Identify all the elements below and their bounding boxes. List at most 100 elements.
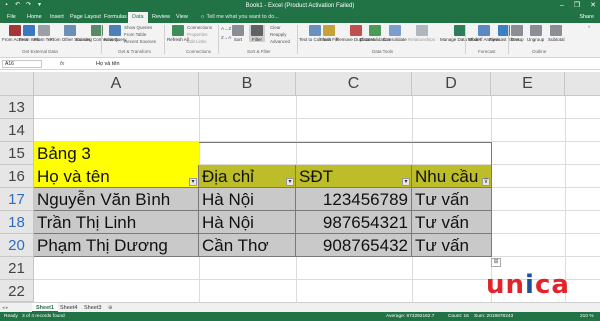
refresh-all-button[interactable]: Refresh All: [167, 25, 189, 42]
ribbon-tabs: File Home Insert Page Layout Formulas Da…: [0, 12, 600, 23]
other-sources-icon: [64, 25, 77, 36]
row-header-22[interactable]: 22: [0, 280, 34, 302]
filter-button[interactable]: Filter: [249, 25, 265, 42]
filter-dropdown-icon[interactable]: ▾: [286, 178, 294, 186]
ungroup-button[interactable]: Ungroup: [527, 25, 544, 42]
row-header-17[interactable]: 17: [0, 188, 34, 211]
quick-analysis-icon[interactable]: ⊞: [491, 258, 501, 267]
table-cell-phone[interactable]: 987654321: [296, 211, 412, 234]
table-cell-address[interactable]: Hà Nội: [199, 211, 296, 234]
group-label-external: Get External Data: [22, 49, 58, 54]
relationships-button[interactable]: Relationships: [408, 25, 435, 42]
status-average: Average: 673292162.7: [386, 314, 435, 319]
sort-icon: [232, 25, 244, 36]
column-header-a[interactable]: A: [34, 72, 199, 96]
from-table-button[interactable]: From Table: [124, 32, 146, 38]
properties-button[interactable]: Properties: [187, 32, 208, 38]
status-ready: Ready: [4, 314, 18, 319]
sheet-tab-bar: ◂ ▸ Sheet1 Sheet4 Sheet3 ⊕: [0, 302, 600, 313]
group-divider: [101, 25, 102, 54]
group-divider: [218, 25, 219, 54]
tell-me-search[interactable]: ☼ Tell me what you want to do...: [200, 12, 279, 23]
connections-button[interactable]: Connections: [187, 25, 212, 31]
consolidate-button[interactable]: Consolidate: [383, 25, 407, 42]
row-header-13[interactable]: 13: [0, 96, 34, 119]
group-divider: [508, 25, 509, 54]
column-header-c[interactable]: C: [296, 72, 412, 96]
filter-dropdown-icon[interactable]: ▾: [189, 178, 197, 186]
table-cell-phone[interactable]: 123456789: [296, 188, 412, 211]
group-button[interactable]: Group: [511, 25, 524, 42]
sort-descending-button[interactable]: Z→A: [221, 35, 231, 41]
consolidate-icon: [388, 25, 401, 36]
fx-icon[interactable]: fx: [60, 60, 64, 68]
header-cell-need[interactable]: Nhu cầu ⊽: [412, 165, 492, 188]
query-icon: [109, 25, 122, 36]
collapse-ribbon-icon[interactable]: ^: [588, 25, 590, 31]
reapply-button[interactable]: Reapply: [270, 32, 287, 38]
title-bar: ▪ ↶ ↷ ▾ Book1 - Excel (Product Activatio…: [0, 0, 600, 12]
column-header-b[interactable]: B: [199, 72, 296, 96]
table-cell-need[interactable]: Tư vấn: [412, 211, 492, 234]
table-cell-name[interactable]: Phạm Thị Dương: [34, 234, 199, 257]
status-records: 3 of 4 records found: [22, 314, 65, 319]
zoom-level[interactable]: 210 %: [580, 312, 594, 321]
restore-button[interactable]: ❐: [574, 1, 580, 11]
minimize-button[interactable]: –: [560, 1, 564, 11]
formula-input[interactable]: Họ và tên: [96, 60, 120, 68]
advanced-filter-button[interactable]: Advanced: [270, 39, 290, 45]
row-header-21[interactable]: 21: [0, 257, 34, 280]
close-button[interactable]: ✕: [590, 1, 596, 11]
header-cell-name[interactable]: Họ và tên ▾: [34, 165, 199, 188]
tab-data[interactable]: Data: [128, 12, 148, 23]
name-box[interactable]: A16: [2, 60, 42, 68]
funnel-icon: [251, 25, 263, 36]
select-all-corner[interactable]: [0, 72, 34, 96]
subtotal-button[interactable]: Subtotal: [548, 25, 565, 42]
tab-view[interactable]: View: [176, 12, 188, 23]
tab-review[interactable]: Review: [152, 12, 170, 23]
filter-dropdown-icon[interactable]: ▾: [402, 178, 410, 186]
status-count: Count: 16: [448, 314, 469, 319]
row-header-14[interactable]: 14: [0, 119, 34, 142]
group-label-sort-filter: Sort & Filter: [247, 49, 271, 54]
row-header-20[interactable]: 20: [0, 234, 34, 257]
table-cell-name[interactable]: Trần Thị Linh: [34, 211, 199, 234]
table-cell-need[interactable]: Tư vấn: [412, 234, 492, 257]
group-icon: [511, 25, 524, 36]
cell-b15-d15[interactable]: [199, 142, 492, 165]
header-cell-phone[interactable]: SĐT ▾: [296, 165, 412, 188]
ungroup-icon: [529, 25, 542, 36]
cell-a15-table-title[interactable]: Bảng 3: [34, 142, 199, 165]
group-label-forecast: Forecast: [478, 49, 496, 54]
tab-home[interactable]: Home: [27, 12, 42, 23]
table-cell-name[interactable]: Nguyễn Văn Bình: [34, 188, 199, 211]
table-cell-need[interactable]: Tư vấn: [412, 188, 492, 211]
header-cell-address[interactable]: Địa chỉ ▾: [199, 165, 296, 188]
filter-active-icon[interactable]: ⊽: [482, 178, 490, 186]
row-header-18[interactable]: 18: [0, 211, 34, 234]
show-queries-button[interactable]: Show Queries: [124, 25, 152, 31]
clear-filter-button[interactable]: Clear: [270, 25, 281, 31]
column-header-d[interactable]: D: [412, 72, 491, 96]
row-header-16[interactable]: 16: [0, 165, 34, 188]
column-header-e[interactable]: E: [491, 72, 565, 96]
column-header-f[interactable]: [565, 72, 600, 96]
row-header-15[interactable]: 15: [0, 142, 34, 165]
edit-links-button[interactable]: Edit Links: [187, 39, 207, 45]
tab-formulas[interactable]: Formulas: [104, 12, 127, 23]
recent-sources-button[interactable]: Recent Sources: [124, 39, 156, 45]
tab-insert[interactable]: Insert: [50, 12, 64, 23]
sort-button[interactable]: Sort: [232, 25, 244, 42]
table-cell-phone[interactable]: 908765432: [296, 234, 412, 257]
table-cell-address[interactable]: Cần Thơ: [199, 234, 296, 257]
ribbon-data: From Access From Web From Text From Othe…: [0, 23, 600, 58]
table-cell-address[interactable]: Hà Nội: [199, 188, 296, 211]
text-file-icon: [37, 25, 50, 36]
group-divider: [297, 25, 298, 54]
tab-file[interactable]: File: [7, 12, 16, 23]
sort-ascending-button[interactable]: A→Z: [221, 26, 231, 32]
tab-page-layout[interactable]: Page Layout: [70, 12, 101, 23]
gridline: [34, 118, 600, 119]
share-button[interactable]: Share: [579, 12, 594, 23]
